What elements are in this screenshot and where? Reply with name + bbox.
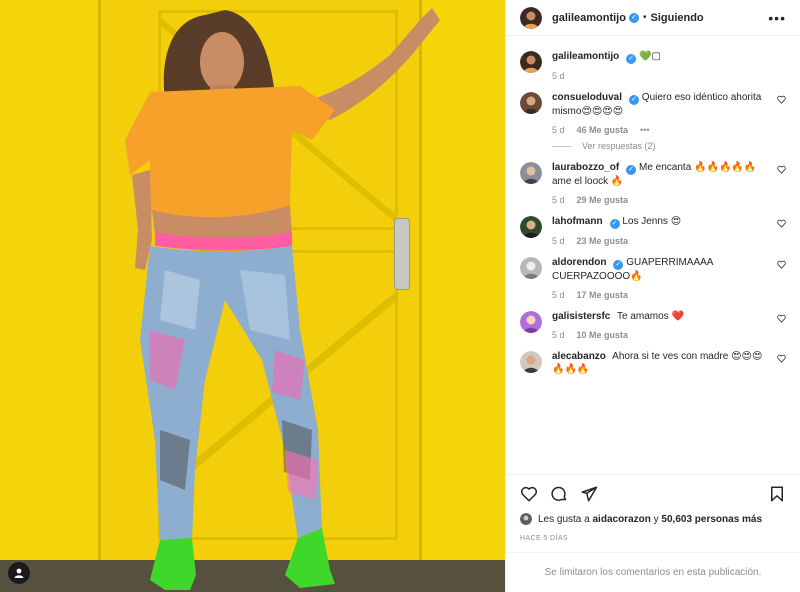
woman-figure — [125, 8, 440, 590]
comment-username[interactable]: lahofmann — [552, 216, 603, 227]
user-tag-icon[interactable] — [8, 562, 30, 584]
liked-by-prefix: Les gusta a — [538, 513, 590, 525]
comment-item: alecabanzo Ahora si te ves con madre 😍😍😍… — [520, 350, 786, 376]
comments-list: galileamontijo ✓ 💚▢ 5 d consueloduval ✓ Qu… — [506, 36, 800, 474]
comment-likes[interactable]: 46 Me gusta — [577, 125, 629, 135]
comment-bubble-icon[interactable] — [550, 485, 568, 503]
instagram-post: galileamontijo ✓ • Siguiendo ••• galilea… — [0, 0, 800, 592]
comment-item: lahofmann ✓ Los Jenns 😍 5 d 23 Me gusta — [520, 215, 786, 246]
liker-avatar[interactable] — [520, 513, 532, 525]
verified-badge-icon: ✓ — [629, 95, 640, 105]
comment-text: Los Jenns 😍 — [622, 216, 682, 227]
liked-by-summary: Les gusta a aidacorazon y 50,603 persona… — [520, 513, 786, 525]
author-username[interactable]: galileamontijo — [552, 12, 626, 24]
post-photo[interactable] — [0, 0, 505, 592]
comment-age: 5 d — [552, 236, 565, 246]
share-send-icon[interactable] — [580, 485, 598, 503]
comment-username[interactable]: consueloduval — [552, 92, 622, 103]
replies-line — [552, 145, 572, 147]
like-comment-heart-icon[interactable] — [777, 95, 786, 104]
liked-by-mid: y — [653, 513, 659, 525]
caption: galileamontijo ✓ 💚▢ 5 d — [520, 50, 786, 81]
verified-badge-icon: ✓ — [609, 219, 620, 229]
like-comment-heart-icon[interactable] — [777, 314, 786, 323]
caption-username[interactable]: galileamontijo — [552, 51, 619, 62]
comment-likes[interactable]: 17 Me gusta — [577, 290, 629, 300]
following-button[interactable]: Siguiendo — [650, 12, 703, 24]
comment-username[interactable]: galisistersfc — [552, 311, 610, 322]
comment-likes[interactable]: 23 Me gusta — [577, 236, 629, 246]
view-replies-label: Ver respuestas (2) — [582, 141, 656, 151]
comment-age: 5 d — [552, 125, 565, 135]
like-comment-heart-icon[interactable] — [777, 260, 786, 269]
verified-badge-icon: ✓ — [626, 54, 637, 64]
commenter-avatar[interactable] — [520, 92, 542, 114]
like-comment-heart-icon[interactable] — [777, 165, 786, 174]
author-avatar[interactable] — [520, 6, 542, 29]
verified-badge-icon: ✓ — [613, 260, 624, 270]
action-icons — [520, 483, 786, 505]
comment-item: galisistersfc Te amamos ❤️ 5 d 10 Me gus… — [520, 310, 786, 340]
comment-more-icon[interactable]: ••• — [640, 125, 649, 135]
view-replies-button[interactable]: Ver respuestas (2) — [552, 141, 786, 151]
comment-likes[interactable]: 29 Me gusta — [577, 195, 629, 205]
verified-badge-icon: ✓ — [626, 165, 637, 175]
post-header: galileamontijo ✓ • Siguiendo ••• — [506, 0, 800, 36]
caption-avatar[interactable] — [520, 51, 542, 73]
verified-badge-icon: ✓ — [628, 12, 639, 23]
commenter-avatar[interactable] — [520, 351, 542, 373]
commenter-avatar[interactable] — [520, 216, 542, 238]
like-comment-heart-icon[interactable] — [777, 219, 786, 228]
caption-text: 💚▢ — [639, 51, 661, 62]
commenter-avatar[interactable] — [520, 311, 542, 333]
comment-username[interactable]: alecabanzo — [552, 351, 606, 362]
comment-age: 5 d — [552, 195, 565, 205]
comment-username[interactable]: laurabozzo_of — [552, 162, 619, 173]
caption-age: 5 d — [552, 71, 565, 81]
like-comment-heart-icon[interactable] — [777, 354, 786, 363]
comment-username[interactable]: aldorendon — [552, 257, 606, 268]
comments-limited-notice: Se limitaron los comentarios en esta pub… — [506, 552, 800, 592]
comment-age: 5 d — [552, 290, 565, 300]
comment-age: 5 d — [552, 330, 565, 340]
liked-by-user[interactable]: aidacorazon — [593, 514, 651, 525]
header-separator: • — [642, 12, 647, 23]
comment-likes[interactable]: 10 Me gusta — [577, 330, 629, 340]
commenter-avatar[interactable] — [520, 162, 542, 184]
more-options-icon[interactable]: ••• — [768, 10, 786, 26]
save-bookmark-icon[interactable] — [768, 485, 786, 503]
post-timestamp[interactable]: HACE 5 DÍAS — [520, 535, 786, 542]
post-sidebar: galileamontijo ✓ • Siguiendo ••• galilea… — [505, 0, 800, 592]
commenter-avatar[interactable] — [520, 257, 542, 279]
like-heart-icon[interactable] — [520, 485, 538, 503]
comment-item: laurabozzo_of ✓ Me encanta 🔥🔥🔥🔥🔥 ame el l… — [520, 161, 786, 205]
post-actions: Les gusta a aidacorazon y 50,603 persona… — [506, 474, 800, 542]
comment-item: consueloduval ✓ Quiero eso idéntico ahori… — [520, 91, 786, 135]
comment-item: aldorendon ✓ GUAPERRIMAAAA CUERPAZOOOO🔥 5… — [520, 256, 786, 300]
comment-text: Te amamos ❤️ — [616, 311, 684, 322]
liked-by-count[interactable]: 50,603 personas más — [661, 514, 762, 525]
